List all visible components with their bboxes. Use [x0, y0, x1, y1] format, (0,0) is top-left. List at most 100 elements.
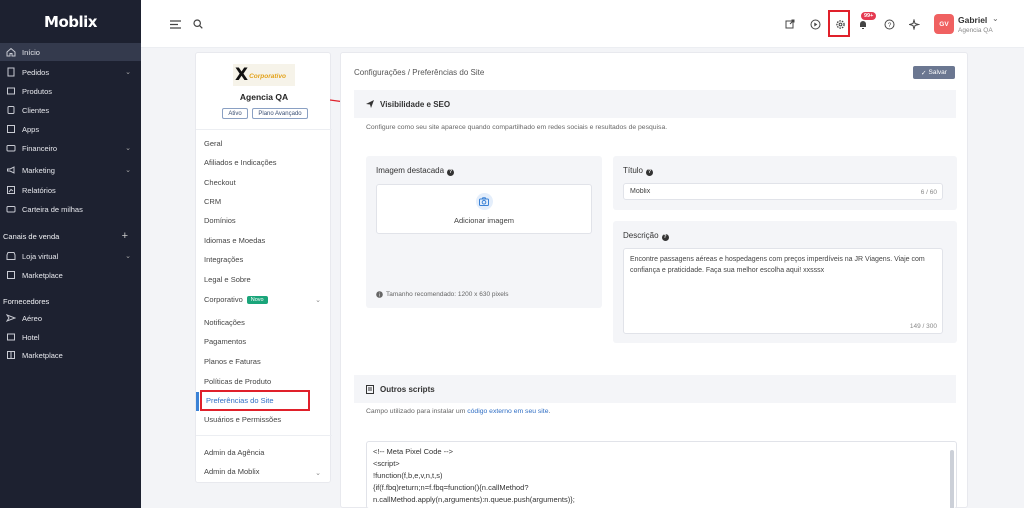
- plane-icon: [5, 313, 17, 323]
- sidebar-item-clientes[interactable]: Clientes: [0, 101, 141, 119]
- chevron-down-icon[interactable]: ⌄: [315, 296, 321, 304]
- menu-item-admin-agencia[interactable]: Admin da Agência: [204, 448, 264, 457]
- sidebar-item-marketplace[interactable]: Marketplace: [0, 266, 141, 284]
- chevron-down-icon: ⌄: [125, 145, 131, 152]
- chevron-down-icon: ⌄: [125, 69, 131, 76]
- sidebar-item-apps[interactable]: Apps: [0, 120, 141, 138]
- grid-icon: [5, 270, 17, 280]
- search-icon[interactable]: [190, 16, 206, 32]
- file-icon: [366, 384, 374, 394]
- plus-icon[interactable]: +: [122, 230, 128, 242]
- avatar[interactable]: GV: [934, 14, 954, 34]
- chevron-down-icon: ⌄: [125, 167, 131, 174]
- sidebar-item-label: Aéreo: [22, 313, 43, 323]
- description-label: Descrição?: [623, 231, 669, 241]
- save-label: Salvar: [928, 69, 947, 76]
- sidebar-item-loja-virtual[interactable]: Loja virtual ⌄: [0, 247, 141, 265]
- menu-item-label: Corporativo: [204, 295, 243, 304]
- sidebar-item-produtos[interactable]: Produtos: [0, 82, 141, 100]
- topbar: 99+ ? GV Gabriel Agencia QA ⌄: [141, 0, 1024, 48]
- sidebar-item-pedidos[interactable]: Pedidos ⌄: [0, 63, 141, 81]
- plan-badge: Plano Avançado: [252, 108, 308, 119]
- menu-item-crm[interactable]: CRM: [204, 197, 221, 206]
- help-icon[interactable]: ?: [646, 168, 654, 176]
- menu-item-idiomas[interactable]: Idiomas e Moedas: [204, 236, 265, 245]
- label-text: Título: [623, 166, 644, 175]
- save-button[interactable]: ✓ Salvar: [913, 66, 955, 79]
- divider: [196, 129, 332, 130]
- menu-item-integracoes[interactable]: Integrações: [204, 255, 243, 264]
- sidebar-item-label: Apps: [22, 124, 40, 134]
- menu-item-planos[interactable]: Planos e Faturas: [204, 357, 261, 366]
- apps-icon: [5, 124, 17, 134]
- menu-item-dominios[interactable]: Domínios: [204, 216, 236, 225]
- user-name[interactable]: Gabriel: [958, 15, 987, 25]
- menu-item-checkout[interactable]: Checkout: [204, 178, 236, 187]
- menu-item-corporativo[interactable]: Corporativo Novo: [204, 295, 268, 304]
- recommended-size: Tamanho recomendado: 1200 x 630 pixels: [386, 291, 509, 298]
- menu-item-usuarios[interactable]: Usuários e Permissões: [204, 415, 281, 424]
- store-icon: [5, 251, 17, 261]
- sidebar-item-relatorios[interactable]: Relatórios: [0, 181, 141, 199]
- box-icon: [5, 86, 17, 96]
- sidebar-item-label: Financeiro: [22, 143, 58, 153]
- description-textarea[interactable]: Encontre passagens aéreas e hospedagens …: [623, 248, 943, 334]
- user-icon: [5, 105, 17, 115]
- sparkle-icon[interactable]: [906, 16, 922, 32]
- chevron-down-icon[interactable]: ⌄: [315, 469, 321, 477]
- play-circle-icon[interactable]: [807, 16, 823, 32]
- sidebar-item-aereo[interactable]: Aéreo: [0, 309, 141, 327]
- content-card: Configurações / Preferências do Site ✓ Sa…: [340, 52, 968, 508]
- sidebar-item-label: Pedidos: [22, 67, 50, 77]
- agency-logo-text: Corporativo: [249, 73, 286, 80]
- settings-nav-card: X Corporativo Agencia QA Ativo Plano Ava…: [195, 52, 332, 483]
- description-text: Encontre passagens aéreas e hospedagens …: [630, 256, 925, 274]
- menu-item-legal[interactable]: Legal e Sobre: [204, 275, 251, 284]
- add-image-dropzone[interactable]: Adicionar imagem: [376, 184, 592, 234]
- external-code-link[interactable]: código externo em seu site: [467, 408, 548, 415]
- menu-item-afiliados[interactable]: Afiliados e Indicações: [204, 158, 277, 167]
- bed-icon: [5, 332, 17, 342]
- chart-icon: [5, 185, 17, 195]
- desc-text: Campo utilizado para instalar um: [366, 408, 468, 415]
- info-icon: i: [376, 291, 383, 300]
- title-label: Título?: [623, 166, 654, 176]
- file-icon: [5, 67, 17, 77]
- check-icon: ✓: [921, 69, 927, 77]
- menu-item-notificacoes[interactable]: Notificações: [204, 318, 245, 327]
- sidebar-item-carteira-de-milhas[interactable]: Carteira de milhas: [0, 200, 141, 218]
- featured-image-card: Imagem destacada? Adicionar imagem i Tam…: [366, 156, 602, 308]
- seo-description: Configure como seu site aparece quando c…: [366, 124, 668, 131]
- scripts-textarea[interactable]: <!-- Meta Pixel Code --> <script> !funct…: [366, 441, 957, 508]
- sidebar-item-label: Relatórios: [22, 185, 56, 195]
- external-link-icon[interactable]: [782, 16, 798, 32]
- sidebar-item-hotel[interactable]: Hotel: [0, 328, 141, 346]
- sidebar-item-financeiro[interactable]: Financeiro ⌄: [0, 139, 141, 157]
- scrollbar[interactable]: [950, 450, 954, 508]
- new-badge: Novo: [246, 296, 268, 304]
- sidebar: Moblix Início Pedidos ⌄ Produtos Cliente…: [0, 0, 141, 508]
- menu-item-politicas[interactable]: Políticas de Produto: [204, 377, 271, 386]
- agency-name: Agencia QA: [239, 92, 289, 102]
- chevron-down-icon[interactable]: ⌄: [992, 14, 999, 23]
- app-logo[interactable]: Moblix: [0, 0, 141, 44]
- sidebar-item-inicio[interactable]: Início: [0, 43, 141, 61]
- megaphone-icon: [5, 165, 17, 175]
- menu-item-admin-moblix[interactable]: Admin da Moblix: [204, 467, 259, 476]
- sidebar-item-label: Marketing: [22, 165, 55, 175]
- suppliers-section-title: Fornecedores: [3, 297, 50, 306]
- sidebar-item-label: Marketplace: [22, 270, 63, 280]
- title-input[interactable]: [623, 183, 943, 200]
- menu-icon[interactable]: [167, 16, 183, 32]
- menu-item-geral[interactable]: Geral: [204, 139, 222, 148]
- help-icon[interactable]: ?: [661, 233, 669, 241]
- scripts-description: Campo utilizado para instalar um código …: [366, 408, 550, 415]
- code-text: <!-- Meta Pixel Code --> <script> !funct…: [373, 447, 575, 508]
- title-counter: 6 / 60: [920, 189, 937, 196]
- menu-item-pagamentos[interactable]: Pagamentos: [204, 337, 246, 346]
- sidebar-item-marketing[interactable]: Marketing ⌄: [0, 161, 141, 179]
- sidebar-item-label: Hotel: [22, 332, 40, 342]
- help-icon[interactable]: ?: [881, 16, 897, 32]
- help-icon[interactable]: ?: [447, 168, 455, 176]
- sidebar-item-marketplace-supplier[interactable]: Marketplace: [0, 346, 141, 364]
